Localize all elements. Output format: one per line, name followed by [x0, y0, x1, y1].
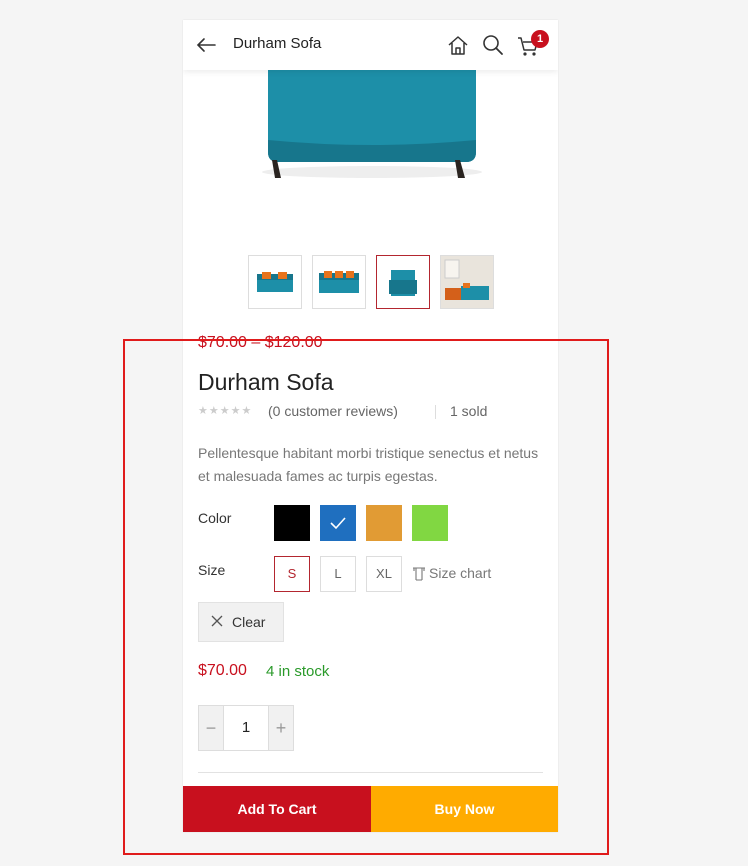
quantity-stepper: − 1 + [198, 705, 294, 751]
price-range: $70.00 – $120.00 [198, 334, 323, 351]
product-description: Pellentesque habitant morbi tristique se… [198, 445, 539, 484]
product-main-image[interactable] [183, 70, 558, 250]
increase-quantity-button[interactable]: + [268, 706, 293, 750]
size-option-l[interactable]: L [320, 556, 356, 592]
clear-button[interactable]: Clear [198, 602, 284, 642]
reviews-link[interactable]: (0 customer reviews) [268, 403, 398, 419]
thumbnail-3[interactable] [376, 255, 430, 309]
top-bar: Durham Sofa 1 [183, 20, 558, 70]
thumbnail-1[interactable] [248, 255, 302, 309]
clear-label: Clear [232, 614, 266, 630]
size-chart-label: Size chart [429, 565, 492, 581]
decrease-quantity-button[interactable]: − [199, 706, 224, 750]
size-option-s[interactable]: S [274, 556, 310, 592]
cart-count-badge: 1 [531, 30, 549, 48]
divider [198, 772, 543, 773]
buy-now-button[interactable]: Buy Now [371, 786, 558, 832]
home-icon[interactable] [447, 34, 469, 56]
color-swatch-green[interactable] [412, 505, 448, 541]
add-to-cart-button[interactable]: Add To Cart [183, 786, 371, 832]
color-swatch-black[interactable] [274, 505, 310, 541]
separator [435, 405, 436, 419]
color-swatch-orange[interactable] [366, 505, 402, 541]
checkmark-icon [330, 517, 346, 530]
stock-status: 4 in stock [266, 663, 330, 680]
sold-count: 1 sold [450, 403, 488, 419]
rating-row: ★★★★★ (0 customer reviews) 1 sold [198, 403, 538, 423]
star-rating-icon: ★★★★★ [198, 405, 253, 417]
page-title: Durham Sofa [233, 35, 322, 52]
quantity-input[interactable]: 1 [224, 706, 268, 750]
selected-price: $70.00 [198, 662, 247, 679]
close-icon [211, 615, 223, 627]
mobile-product-page: Durham Sofa 1 $70.00 – $120.00 Durham So… [183, 20, 558, 832]
thumbnail-4[interactable] [440, 255, 494, 309]
search-icon[interactable] [482, 34, 504, 56]
product-title: Durham Sofa [198, 369, 334, 395]
color-swatch-blue[interactable] [320, 505, 356, 541]
back-arrow-icon[interactable] [195, 35, 217, 55]
thumbnail-2[interactable] [312, 255, 366, 309]
hanger-icon [413, 567, 425, 581]
size-option-xl[interactable]: XL [366, 556, 402, 592]
color-label: Color [198, 510, 232, 526]
size-label: Size [198, 562, 226, 578]
